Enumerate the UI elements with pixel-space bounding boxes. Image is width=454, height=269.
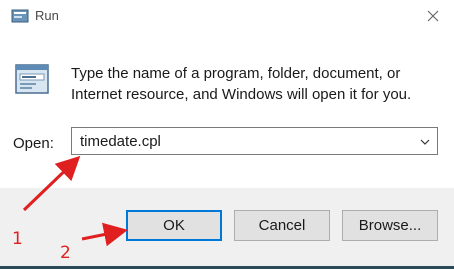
open-combobox[interactable]: timedate.cpl	[71, 127, 438, 155]
run-dialog-icon	[14, 63, 50, 97]
run-dialog: Run Type the name of a program, folder, …	[0, 0, 454, 269]
dialog-description: Type the name of a program, folder, docu…	[71, 65, 412, 103]
browse-button[interactable]: Browse...	[342, 210, 438, 241]
annotation-step-1: 1	[12, 229, 23, 249]
open-label: Open:	[13, 135, 54, 152]
window-title: Run	[35, 8, 59, 23]
run-app-icon	[11, 8, 29, 24]
close-icon	[427, 10, 439, 22]
cancel-button[interactable]: Cancel	[234, 210, 330, 241]
ok-button[interactable]: OK	[126, 210, 222, 241]
annotation-step-2: 2	[60, 243, 71, 263]
title-bar: Run	[0, 0, 454, 33]
chevron-down-icon[interactable]	[418, 135, 432, 149]
close-button[interactable]	[420, 4, 446, 28]
open-input-value[interactable]: timedate.cpl	[80, 133, 161, 150]
